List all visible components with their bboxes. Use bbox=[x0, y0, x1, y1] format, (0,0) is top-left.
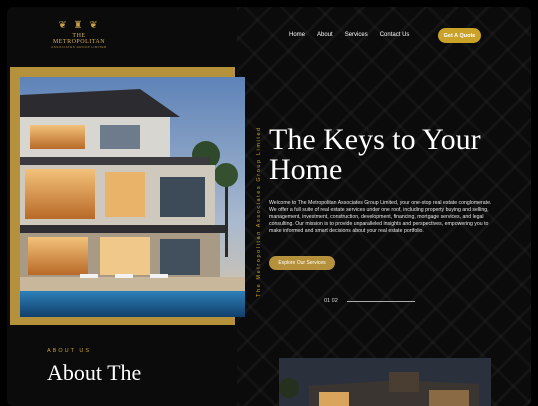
explore-services-button[interactable]: Explore Our Services bbox=[269, 256, 335, 270]
hero-title-line1: The Keys to Your bbox=[269, 123, 481, 156]
logo-subtitle: ASSOCIATES GROUP LIMITED bbox=[51, 45, 107, 49]
logo-name: THE METROPOLITAN bbox=[52, 33, 106, 45]
pager-next[interactable]: 02 bbox=[332, 298, 338, 304]
hero-house-image bbox=[20, 77, 245, 317]
vertical-tagline-text: The Metropolitan Associates Group Limite… bbox=[256, 126, 262, 297]
hero-title-line2: Home bbox=[269, 153, 343, 186]
nav-home[interactable]: Home bbox=[289, 32, 305, 38]
nav-services[interactable]: Services bbox=[345, 32, 368, 38]
get-quote-button[interactable]: Get A Quote bbox=[438, 28, 481, 43]
pager-current[interactable]: 01 bbox=[324, 298, 330, 304]
about-kicker: ABOUT US bbox=[47, 348, 92, 354]
logo[interactable]: ❦ ♜ ❦ THE METROPOLITAN ASSOCIATES GROUP … bbox=[47, 21, 111, 51]
vertical-tagline: The Metropolitan Associates Group Limite… bbox=[251, 97, 262, 297]
slide-pager[interactable]: 01 02 bbox=[324, 298, 338, 304]
about-title: About The bbox=[47, 360, 142, 385]
nav-contact[interactable]: Contact Us bbox=[380, 32, 410, 38]
hero-title: The Keys to Your Home bbox=[269, 125, 519, 185]
main-nav: Home About Services Contact Us bbox=[289, 32, 409, 38]
hero-description: Welcome to The Metropolitan Associates G… bbox=[269, 200, 492, 234]
about-house-image bbox=[279, 358, 491, 406]
crest-icon: ❦ ♜ ❦ bbox=[58, 20, 100, 31]
page: ❦ ♜ ❦ THE METROPOLITAN ASSOCIATES GROUP … bbox=[7, 7, 531, 406]
pager-line bbox=[347, 301, 415, 302]
nav-about[interactable]: About bbox=[317, 32, 333, 38]
